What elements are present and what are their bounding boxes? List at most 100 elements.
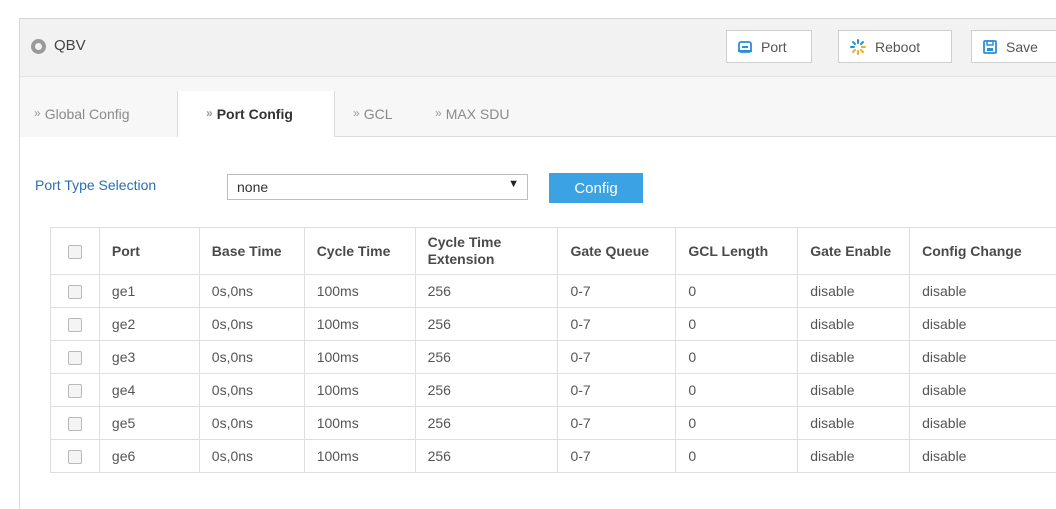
caret-down-icon: ▼ (508, 178, 519, 190)
table-row[interactable]: ge2 0s,0ns 100ms 256 0-7 0 disable disab… (50, 307, 1056, 341)
col-header-cycle-time: Cycle Time (303, 227, 416, 275)
cell-gate-enable: disable (797, 340, 911, 374)
cell-gate-enable: disable (797, 439, 911, 473)
cell-config-change: disable (909, 307, 1056, 341)
tab-max-sdu[interactable]: » MAX SDU (435, 91, 555, 137)
tab-port-config[interactable]: » Port Config (178, 91, 335, 138)
cell-gate-queue: 0-7 (557, 307, 677, 341)
cell-gate-queue: 0-7 (557, 340, 677, 374)
table-row[interactable]: ge4 0s,0ns 100ms 256 0-7 0 disable disab… (50, 373, 1056, 407)
port-config-table: Port Base Time Cycle Time Cycle Time Ext… (50, 227, 1056, 473)
reboot-button[interactable]: Reboot (838, 30, 952, 63)
cell-gcl-length: 0 (675, 406, 799, 440)
cell-gate-enable: disable (797, 373, 911, 407)
row-select-cell (50, 340, 100, 374)
save-button-label: Save (1006, 38, 1038, 55)
cell-port: ge3 (98, 340, 200, 374)
cell-base-time: 0s,0ns (198, 373, 305, 407)
cell-gcl-length: 0 (675, 274, 799, 308)
col-header-config-change: Config Change (909, 227, 1056, 275)
cell-gcl-length: 0 (675, 307, 799, 341)
port-type-select-value: none (237, 179, 269, 195)
cell-cycle-time-extension: 256 (414, 439, 559, 473)
col-header-gate-enable: Gate Enable (797, 227, 911, 275)
col-header-cycle-time-extension: Cycle Time Extension (414, 227, 559, 275)
cell-cycle-time: 100ms (303, 307, 416, 341)
cell-port: ge6 (98, 439, 200, 473)
cell-gate-queue: 0-7 (557, 439, 677, 473)
cell-cycle-time: 100ms (303, 439, 416, 473)
tab-label: Global Config (44, 106, 130, 122)
tab-label: GCL (363, 106, 393, 122)
cell-gate-enable: disable (797, 307, 911, 341)
tab-global-config[interactable]: » Global Config (20, 91, 178, 137)
page-header: QBV Port Reboot Save (20, 19, 1056, 77)
circle-icon (31, 39, 46, 54)
double-chevron-right-icon: » (353, 106, 360, 120)
port-icon (738, 40, 752, 53)
cell-cycle-time-extension: 256 (414, 274, 559, 308)
cell-base-time: 0s,0ns (198, 439, 305, 473)
table-row[interactable]: ge5 0s,0ns 100ms 256 0-7 0 disable disab… (50, 406, 1056, 440)
cell-config-change: disable (909, 373, 1056, 407)
cell-port: ge1 (98, 274, 200, 308)
port-type-select[interactable]: none ▼ (227, 174, 528, 200)
col-header-gcl-length: GCL Length (675, 227, 799, 275)
row-checkbox[interactable] (67, 450, 82, 465)
cell-gate-queue: 0-7 (557, 406, 677, 440)
col-header-port: Port (98, 227, 200, 275)
table-row[interactable]: ge1 0s,0ns 100ms 256 0-7 0 disable disab… (50, 274, 1056, 308)
port-button[interactable]: Port (726, 30, 812, 63)
cell-port: ge4 (98, 373, 200, 407)
cell-cycle-time: 100ms (303, 340, 416, 374)
cell-cycle-time-extension: 256 (414, 307, 559, 341)
cell-config-change: disable (909, 439, 1056, 473)
row-checkbox[interactable] (67, 318, 82, 333)
double-chevron-right-icon: » (34, 106, 41, 120)
table-row[interactable]: ge3 0s,0ns 100ms 256 0-7 0 disable disab… (50, 340, 1056, 374)
cell-config-change: disable (909, 274, 1056, 308)
double-chevron-right-icon: » (206, 106, 213, 120)
reboot-icon (850, 38, 866, 55)
cell-gate-enable: disable (797, 406, 911, 440)
row-select-cell (50, 307, 100, 341)
cell-gate-enable: disable (797, 274, 911, 308)
row-select-cell (50, 373, 100, 407)
tab-label: MAX SDU (445, 106, 510, 122)
cell-port: ge2 (98, 307, 200, 341)
cell-base-time: 0s,0ns (198, 340, 305, 374)
tab-gcl[interactable]: » GCL (353, 91, 423, 137)
row-checkbox[interactable] (67, 285, 82, 300)
config-button[interactable]: Config (549, 173, 643, 203)
page-title: QBV (54, 37, 86, 54)
cell-cycle-time: 100ms (303, 373, 416, 407)
table-row[interactable]: ge6 0s,0ns 100ms 256 0-7 0 disable disab… (50, 439, 1056, 473)
cell-gcl-length: 0 (675, 340, 799, 374)
cell-gcl-length: 0 (675, 439, 799, 473)
cell-gate-queue: 0-7 (557, 274, 677, 308)
select-all-checkbox[interactable] (67, 244, 82, 259)
col-header-gate-queue: Gate Queue (557, 227, 677, 275)
port-button-label: Port (761, 38, 787, 55)
cell-base-time: 0s,0ns (198, 307, 305, 341)
cell-config-change: disable (909, 406, 1056, 440)
port-config-content: Port Type Selection none ▼ Config Port B… (20, 137, 1056, 509)
save-icon (983, 39, 997, 54)
row-checkbox[interactable] (67, 417, 82, 432)
save-button[interactable]: Save (971, 30, 1056, 63)
table-header-row: Port Base Time Cycle Time Cycle Time Ext… (50, 227, 1056, 275)
select-all-cell (50, 227, 100, 275)
cell-cycle-time-extension: 256 (414, 406, 559, 440)
col-header-base-time: Base Time (198, 227, 305, 275)
row-select-cell (50, 406, 100, 440)
cell-cycle-time: 100ms (303, 274, 416, 308)
cell-cycle-time: 100ms (303, 406, 416, 440)
row-checkbox[interactable] (67, 351, 82, 366)
cell-base-time: 0s,0ns (198, 274, 305, 308)
cell-port: ge5 (98, 406, 200, 440)
cell-gate-queue: 0-7 (557, 373, 677, 407)
row-select-cell (50, 274, 100, 308)
row-checkbox[interactable] (67, 384, 82, 399)
cell-base-time: 0s,0ns (198, 406, 305, 440)
main-panel: QBV Port Reboot Save » Global Config » P… (19, 18, 1056, 509)
